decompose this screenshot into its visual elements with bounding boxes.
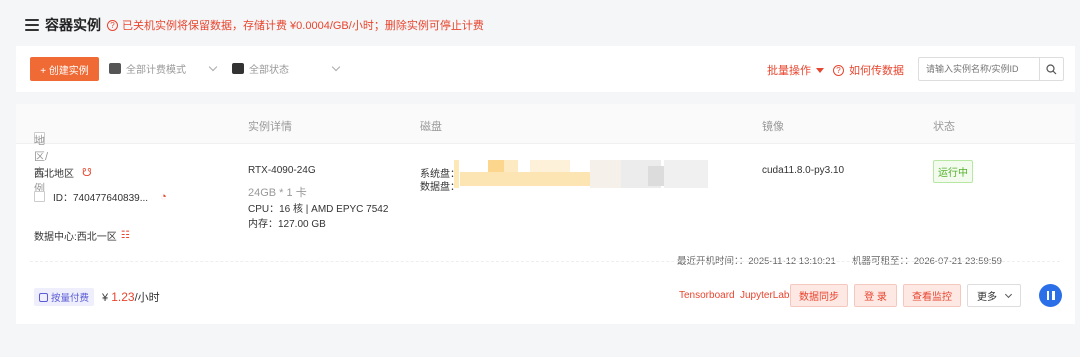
datacenter-label: 数据中心:西北一区: [34, 232, 117, 243]
table-header: 地区/实例 实例详情 磁盘 镜像 状态: [16, 104, 1075, 195]
column-details: 实例详情: [248, 121, 292, 133]
column-disk: 磁盘: [420, 121, 442, 133]
divider: [30, 261, 1060, 262]
login-button[interactable]: 登 录: [854, 284, 897, 307]
billing-icon: [109, 63, 121, 74]
search-icon: [1046, 63, 1057, 74]
cpu-info: CPU：16 核 | AMD EPYC 7542: [248, 204, 389, 215]
caret-down-icon: [816, 67, 824, 73]
datacenter: 数据中心:西北一区 ☷: [34, 228, 130, 243]
chevron-down-icon: [1004, 290, 1013, 298]
more-label: 更多: [977, 292, 997, 303]
instance-id: ID：740477640839...: [53, 193, 149, 204]
page-header: 容器实例 ? 已关机实例将保留数据，存储计费 ¥0.0004/GB/小时；删除实…: [25, 14, 484, 36]
chevron-down-icon: [208, 62, 218, 71]
ram-info: 内存：127.00 GB: [248, 219, 326, 230]
search-input[interactable]: [919, 58, 1039, 80]
status-icon: [232, 63, 244, 74]
batch-operations-button[interactable]: 批量操作: [767, 62, 824, 78]
billing-mode-filter-label: 全部计费模式: [126, 65, 186, 76]
how-to-transfer-data-link[interactable]: ? 如何传数据: [833, 62, 904, 78]
batch-operations-label: 批量操作: [767, 65, 811, 77]
question-icon: ?: [107, 19, 118, 31]
region-label: 西北地区: [34, 169, 74, 180]
page-title: 容器实例: [45, 17, 101, 33]
gpu-model: RTX-4090-24G: [248, 165, 316, 176]
last-boot-time: 最近开机时间：：2025-11-12 13:10:21: [677, 256, 836, 267]
question-icon: ?: [833, 64, 844, 76]
more-button[interactable]: 更多: [967, 284, 1021, 307]
billing-info: 按量付费 ¥ 1.23/小时: [34, 288, 160, 306]
column-region-label: 地区/实例: [34, 135, 49, 195]
copy-icon[interactable]: ◔: [160, 191, 167, 203]
price: ¥ 1.23/小时: [102, 289, 160, 305]
pause-button[interactable]: [1039, 284, 1062, 307]
price-prefix: ¥: [102, 292, 112, 304]
column-status: 状态: [933, 121, 955, 133]
edit-icon[interactable]: ☋: [82, 166, 92, 179]
billing-mode-filter[interactable]: 全部计费模式: [109, 61, 218, 76]
billing-tag-label: 按量付费: [51, 293, 90, 304]
how-to-transfer-data-label: 如何传数据: [849, 65, 904, 77]
create-instance-button[interactable]: + 创建实例: [30, 57, 99, 81]
gpu-memory: 24GB * 1 卡: [248, 187, 307, 199]
billing-notice: ? 已关机实例将保留数据，存储计费 ¥0.0004/GB/小时；删除实例可停止计…: [107, 17, 484, 33]
status-filter[interactable]: 全部状态: [232, 61, 341, 76]
column-image: 镜像: [762, 121, 784, 133]
tensorboard-link[interactable]: Tensorboard: [679, 290, 735, 301]
notice-text: 已关机实例将保留数据，存储计费 ¥0.0004/GB/小时；删除实例可停止计费: [122, 20, 484, 32]
data-sync-button[interactable]: 数据同步: [790, 284, 848, 307]
datacenter-icon[interactable]: ☷: [121, 230, 130, 241]
jupyterlab-link[interactable]: JupyterLab: [740, 290, 789, 301]
pause-icon: [1046, 291, 1049, 300]
instance-region: 西北地区 ☋: [34, 165, 92, 180]
view-monitoring-button[interactable]: 查看监控: [903, 284, 961, 307]
instance-table: 地区/实例 实例详情 磁盘 镜像 状态 西北地区 ☋ ID：7404776408…: [16, 104, 1075, 324]
price-suffix: /小时: [134, 292, 160, 304]
status-badge: 运行中: [933, 160, 973, 183]
billing-tag-icon: [39, 292, 48, 302]
image-name: cuda11.8.0-py3.10: [762, 165, 845, 176]
menu-icon: [25, 19, 39, 31]
row-checkbox[interactable]: [34, 191, 45, 202]
price-value: 1.23: [111, 290, 135, 304]
toolbar: + 创建实例 全部计费模式 全部状态 批量操作 ? 如何传数据: [16, 46, 1075, 92]
rentable-until: 机器可租至：：2026-07-21 23:59:59: [852, 256, 1002, 267]
search-button[interactable]: [1039, 58, 1063, 80]
search-box: [918, 57, 1064, 81]
status-filter-label: 全部状态: [249, 65, 289, 76]
billing-tag: 按量付费: [34, 288, 95, 306]
instance-id-row: ID：740477640839... ◔: [34, 189, 167, 204]
chevron-down-icon: [331, 62, 341, 71]
